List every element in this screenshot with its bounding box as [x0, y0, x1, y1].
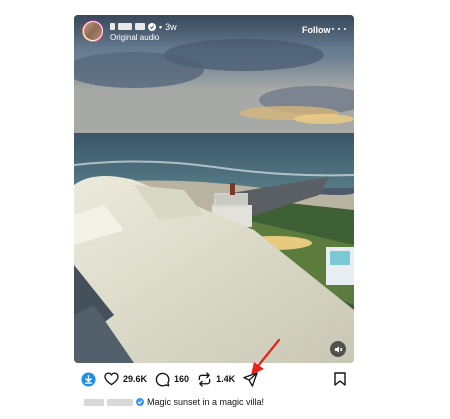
repost-count[interactable]: 1.4K [216, 374, 235, 384]
separator-dot: • [159, 21, 163, 32]
caption-text: Magic sunset in a magic villa! [147, 397, 265, 407]
like-button[interactable]: 29.6K [104, 372, 147, 386]
share-icon [243, 371, 258, 387]
comment-button[interactable]: 160 [155, 372, 189, 387]
bookmark-icon [334, 372, 346, 386]
verified-icon [148, 22, 156, 31]
speaker-mute-icon[interactable] [330, 341, 346, 357]
audio-label[interactable]: Original audio [110, 33, 159, 42]
redacted-username[interactable] [110, 23, 115, 30]
username-row: • 3w [110, 21, 177, 32]
post-card: • 3w Original audio Follow 29.6K 160 1.4… [74, 15, 354, 407]
redacted-username[interactable] [107, 398, 133, 406]
action-bar: 29.6K 160 1.4K [74, 371, 354, 387]
caption: Magic sunset in a magic villa! [74, 396, 374, 408]
like-count[interactable]: 29.6K [123, 374, 147, 384]
post-video[interactable]: • 3w Original audio Follow [74, 15, 354, 363]
comment-count[interactable]: 160 [174, 374, 189, 384]
comment-icon [155, 372, 170, 386]
follow-button[interactable]: Follow [302, 25, 331, 35]
heart-icon [104, 372, 119, 386]
download-button[interactable] [81, 371, 96, 387]
bookmark-button[interactable] [334, 372, 346, 391]
share-button[interactable] [243, 371, 258, 387]
download-icon [81, 371, 96, 387]
more-icon[interactable] [332, 23, 346, 35]
repost-icon [198, 371, 211, 387]
repost-button[interactable]: 1.4K [197, 371, 235, 387]
redacted-username[interactable] [84, 398, 104, 406]
avatar[interactable] [82, 20, 104, 42]
redacted-username[interactable] [135, 23, 145, 30]
verified-icon [136, 398, 144, 406]
post-header: • 3w Original audio Follow [74, 15, 354, 49]
post-age[interactable]: 3w [165, 22, 177, 32]
video-frame [74, 15, 354, 363]
redacted-username[interactable] [118, 23, 132, 30]
